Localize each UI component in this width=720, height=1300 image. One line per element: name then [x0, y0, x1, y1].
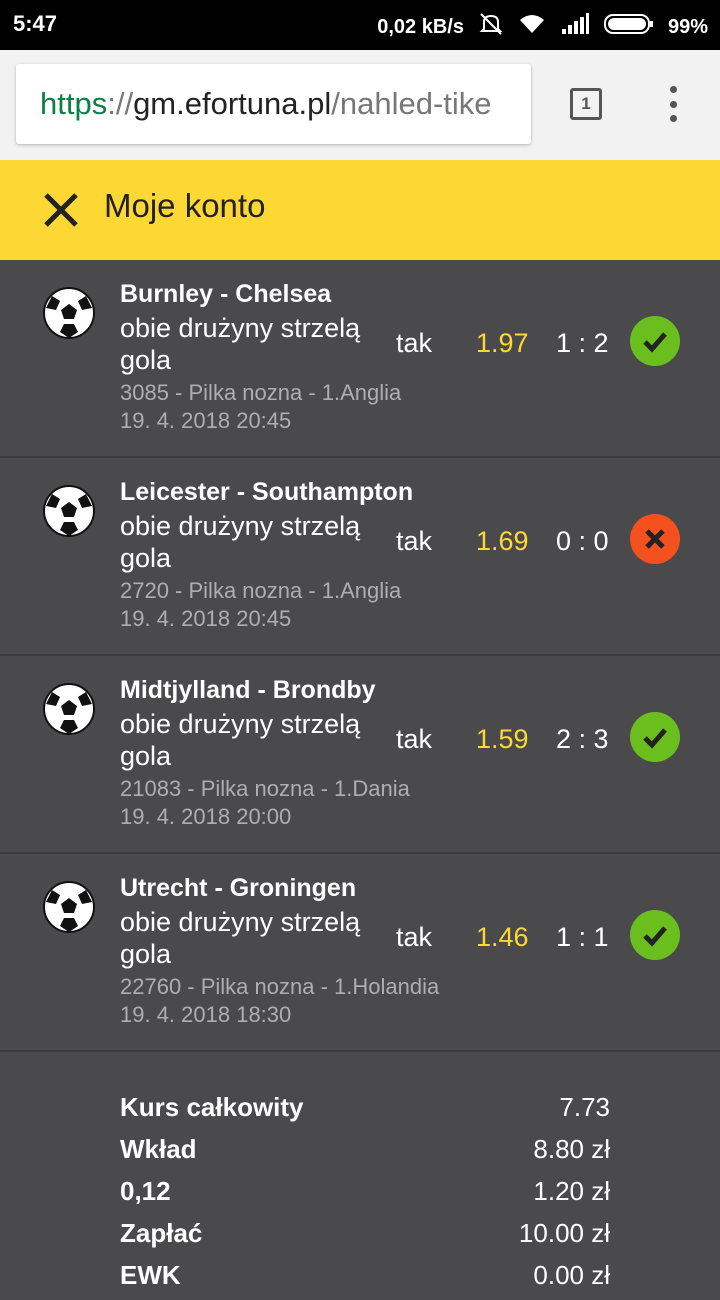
close-icon — [44, 193, 78, 227]
tab-count: 1 — [581, 94, 591, 113]
status-bar: 5:47 0,02 kB/s 99% — [0, 0, 720, 50]
pick-value: tak — [396, 526, 433, 556]
market-name: obie drużyny strzelą gola — [120, 511, 361, 573]
bet-row: Midtjylland - Brondby obie drużyny strze… — [0, 656, 720, 854]
summary-row-total-odds: Kurs całkowity 7.73 — [120, 1092, 610, 1132]
menu-dot — [669, 86, 677, 93]
page-title: Moje konto — [104, 187, 266, 224]
menu-dot — [669, 100, 677, 108]
lost-x-icon — [630, 514, 680, 564]
match-name: Leicester - Southampton — [120, 478, 414, 506]
summary-row-pay: Zapłać 10.00 zł — [120, 1218, 610, 1258]
bet-row: Utrecht - Groningen obie drużyny strzelą… — [0, 854, 720, 1052]
soccer-ball-icon — [43, 287, 95, 339]
summary-value: 0.00 zł — [533, 1260, 610, 1290]
network-speed: 0,02 kB/s — [377, 15, 464, 38]
tab-switcher-button[interactable]: 1 — [570, 88, 602, 120]
summary-value: 10.00 zł — [518, 1218, 610, 1248]
event-datetime: 19. 4. 2018 20:45 — [120, 606, 292, 631]
match-score: 0 : 0 — [556, 526, 609, 556]
url-text[interactable]: https://gm.efortuna.pl/nahled-tike — [40, 86, 492, 122]
ticket-summary: Kurs całkowity 7.73 Wkład 8.80 zł 0,12 1.20… — [0, 1050, 720, 1290]
won-check-icon — [630, 910, 680, 960]
summary-value: 1.20 zł — [533, 1176, 610, 1206]
odds-value: 1.97 — [476, 328, 529, 358]
match-name: Midtjylland - Brondby — [120, 676, 376, 704]
market-name: obie drużyny strzelą gola — [120, 907, 361, 969]
event-info: 22760 - Pilka nozna - 1.Holandia — [120, 974, 440, 999]
summary-row-stake: Wkład 8.80 zł — [120, 1134, 610, 1174]
url-separator: :// — [107, 86, 134, 121]
event-datetime: 19. 4. 2018 18:30 — [120, 1002, 292, 1027]
battery-icon — [603, 13, 654, 41]
match-score: 1 : 2 — [556, 328, 609, 358]
event-datetime: 19. 4. 2018 20:45 — [120, 408, 292, 433]
summary-label: Zapłać — [120, 1218, 203, 1248]
odds-value: 1.59 — [476, 724, 529, 754]
market-name: obie drużyny strzelą gola — [120, 313, 361, 375]
signal-icon — [560, 13, 590, 41]
won-check-icon — [630, 316, 680, 366]
url-host: gm.efortuna.pl — [133, 86, 332, 121]
summary-label: 0,12 — [120, 1176, 171, 1206]
browser-toolbar: https://gm.efortuna.pl/nahled-tike 1 — [0, 50, 720, 160]
summary-row-fee: 0,12 1.20 zł — [120, 1176, 610, 1216]
pick-value: tak — [396, 328, 433, 358]
match-name: Utrecht - Groningen — [120, 874, 357, 902]
summary-value: 8.80 zł — [533, 1134, 610, 1164]
battery-level: 99% — [667, 15, 708, 38]
soccer-ball-icon — [43, 485, 95, 537]
match-name: Burnley - Chelsea — [120, 280, 332, 308]
browser-menu-button[interactable] — [660, 86, 686, 122]
page-header: Moje konto — [0, 160, 720, 260]
status-icons: 0,02 kB/s 99% — [377, 11, 708, 43]
odds-value: 1.69 — [476, 526, 529, 556]
menu-dot — [669, 115, 677, 122]
event-info: 21083 - Pilka nozna - 1.Dania — [120, 776, 410, 801]
won-check-icon — [630, 712, 680, 762]
mute-icon — [478, 11, 504, 43]
url-scheme: https — [40, 86, 108, 121]
summary-value: 7.73 — [559, 1092, 610, 1122]
summary-label: Wkład — [120, 1134, 197, 1164]
match-score: 2 : 3 — [556, 724, 609, 754]
event-info: 3085 - Pilka nozna - 1.Anglia — [120, 380, 402, 405]
pick-value: tak — [396, 724, 433, 754]
summary-row-ewk: EWK 0.00 zł — [120, 1260, 610, 1300]
bet-row: Burnley - Chelsea obie drużyny strzelą g… — [0, 260, 720, 458]
close-button[interactable] — [42, 191, 80, 229]
soccer-ball-icon — [43, 683, 95, 735]
status-time: 5:47 — [13, 11, 58, 36]
match-score: 1 : 1 — [556, 922, 609, 952]
market-name: obie drużyny strzelą gola — [120, 709, 361, 771]
pick-value: tak — [396, 922, 433, 952]
event-datetime: 19. 4. 2018 20:00 — [120, 804, 292, 829]
address-bar[interactable]: https://gm.efortuna.pl/nahled-tike — [16, 64, 531, 144]
event-info: 2720 - Pilka nozna - 1.Anglia — [120, 578, 402, 603]
wifi-icon — [518, 13, 546, 41]
url-path: /nahled-tike — [331, 86, 492, 121]
bet-row: Leicester - Southampton obie drużyny str… — [0, 458, 720, 656]
odds-value: 1.46 — [476, 922, 529, 952]
summary-label: EWK — [120, 1260, 181, 1290]
summary-label: Kurs całkowity — [120, 1092, 304, 1122]
soccer-ball-icon — [43, 881, 95, 933]
